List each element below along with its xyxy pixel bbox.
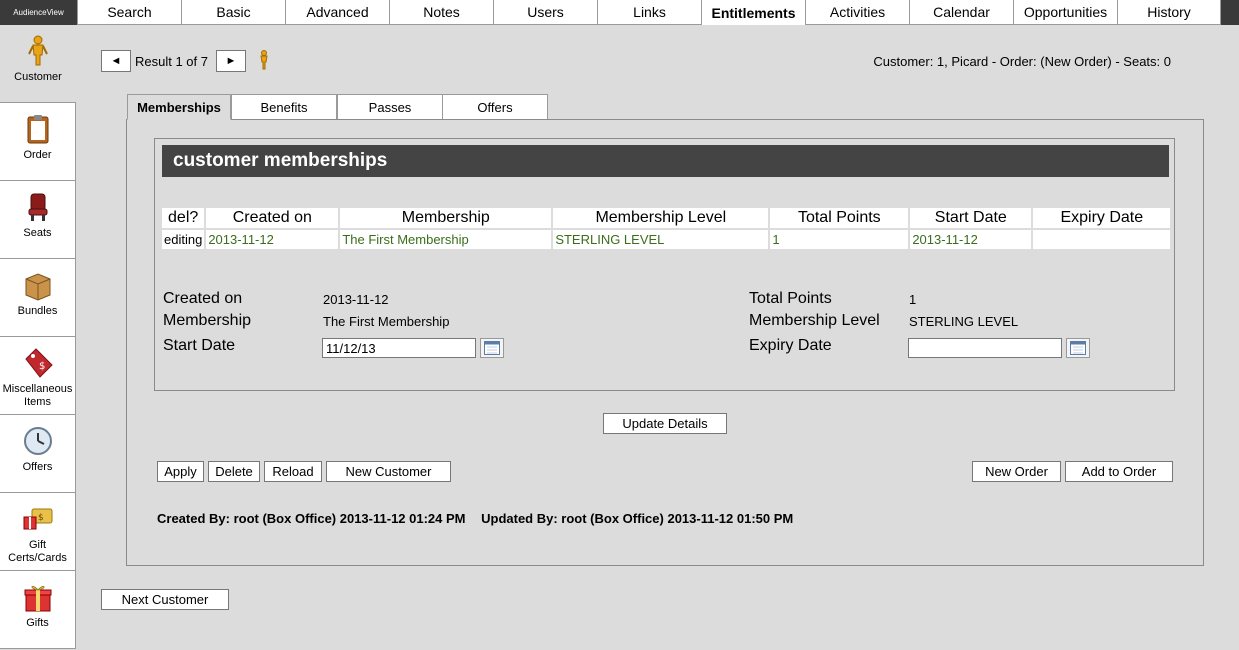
table-cell-link[interactable] <box>1033 230 1171 249</box>
sidebar-item-label: Seats <box>23 227 52 239</box>
app-logo: AudienceView <box>0 0 77 25</box>
next-result-button[interactable]: ► <box>216 50 246 72</box>
sidebar-item-seats[interactable]: Seats <box>0 181 76 259</box>
membership-value: The First Membership <box>323 314 450 329</box>
gift-card-icon: $ <box>23 508 52 530</box>
membership-label: Membership <box>163 312 252 329</box>
clipboard-icon <box>27 115 48 144</box>
start-date-label: Start Date <box>163 337 236 354</box>
gift-icon <box>24 585 51 612</box>
table-cell-link[interactable]: 2013-11-12 <box>206 230 339 249</box>
tab-history[interactable]: History <box>1117 0 1221 25</box>
delete-button[interactable]: Delete <box>208 461 260 482</box>
sidebar-item-customer[interactable]: Customer <box>0 25 76 103</box>
tab-search[interactable]: Search <box>77 0 181 25</box>
sidebar-item-miscellaneous[interactable]: $ Miscellaneous Items <box>0 337 76 415</box>
svg-text:$: $ <box>38 513 44 523</box>
start-date-input[interactable] <box>322 338 476 358</box>
table-cell-link[interactable]: 1 <box>770 230 909 249</box>
seat-icon <box>28 193 47 221</box>
start-date-calendar-button[interactable] <box>480 338 504 358</box>
sidebar-item-offers[interactable]: Offers <box>0 415 76 493</box>
membership-level-label: Membership Level <box>749 312 880 329</box>
tab-links[interactable]: Links <box>597 0 701 25</box>
total-points-value: 1 <box>909 292 917 307</box>
tab-offers[interactable]: Offers <box>442 94 548 120</box>
created-on-label: Created on <box>163 290 243 307</box>
sidebar-item-gift-certs[interactable]: $ Gift Certs/Cards <box>0 493 76 571</box>
tab-basic[interactable]: Basic <box>181 0 285 25</box>
customer-icon[interactable] <box>255 50 273 70</box>
expiry-date-label: Expiry Date <box>749 337 832 354</box>
column-header[interactable]: Membership <box>340 208 552 228</box>
tab-opportunities[interactable]: Opportunities <box>1013 0 1117 25</box>
audit-info: Created By: root (Box Office) 2013-11-12… <box>157 511 805 526</box>
sidebar-item-label: Gift Certs/Cards <box>8 539 67 564</box>
tab-advanced[interactable]: Advanced <box>285 0 389 25</box>
next-customer-button[interactable]: Next Customer <box>101 589 229 610</box>
table-cell-link[interactable]: STERLING LEVEL <box>553 230 769 249</box>
section-title: customer memberships <box>162 145 1169 177</box>
table-cell-link[interactable]: The First Membership <box>340 230 552 249</box>
tab-memberships[interactable]: Memberships <box>127 94 231 120</box>
column-header[interactable]: Membership Level <box>553 208 769 228</box>
expiry-date-input[interactable] <box>908 338 1062 358</box>
sidebar-item-bundles[interactable]: Bundles <box>0 259 76 337</box>
calendar-icon <box>1070 341 1086 355</box>
sidebar-item-label: Gifts <box>26 617 49 629</box>
result-counter: Result 1 of 7 <box>135 54 208 69</box>
sidebar-item-label: Customer <box>14 71 62 83</box>
sidebar-item-gifts[interactable]: Gifts <box>0 571 76 649</box>
apply-button[interactable]: Apply <box>157 461 204 482</box>
tab-passes[interactable]: Passes <box>337 94 443 120</box>
tab-notes[interactable]: Notes <box>389 0 493 25</box>
customer-order-summary: Customer: 1, Picard - Order: (New Order)… <box>873 54 1171 69</box>
created-by-text: Created By: root (Box Office) 2013-11-12… <box>157 511 466 526</box>
column-header[interactable]: Created on <box>206 208 339 228</box>
total-points-label: Total Points <box>749 290 832 307</box>
table-cell-link[interactable]: 2013-11-12 <box>910 230 1032 249</box>
tab-benefits[interactable]: Benefits <box>231 94 337 120</box>
membership-level-value: STERLING LEVEL <box>909 314 1019 329</box>
tab-activities[interactable]: Activities <box>805 0 909 25</box>
add-to-order-button[interactable]: Add to Order <box>1065 461 1173 482</box>
sidebar-item-label: Order <box>23 149 52 161</box>
update-details-button[interactable]: Update Details <box>603 413 727 434</box>
reload-button[interactable]: Reload <box>264 461 322 482</box>
box-icon <box>25 273 50 301</box>
price-tag-icon: $ <box>24 348 53 378</box>
expiry-date-calendar-button[interactable] <box>1066 338 1090 358</box>
customer-icon <box>28 35 48 66</box>
calendar-icon <box>484 341 500 355</box>
previous-result-button[interactable]: ◄ <box>101 50 131 72</box>
column-header[interactable]: Expiry Date <box>1033 208 1171 228</box>
created-on-value: 2013-11-12 <box>323 292 389 307</box>
top-nav: AudienceView Search Basic Advanced Notes… <box>0 0 1239 25</box>
column-header[interactable]: Start Date <box>910 208 1032 228</box>
table-cell: editing <box>162 230 205 249</box>
sidebar-item-order[interactable]: Order <box>0 103 76 181</box>
column-header[interactable]: Total Points <box>770 208 909 228</box>
tab-users[interactable]: Users <box>493 0 597 25</box>
svg-text:$: $ <box>39 361 45 372</box>
tab-entitlements[interactable]: Entitlements <box>701 0 805 25</box>
sidebar-item-label: Miscellaneous Items <box>2 383 73 408</box>
new-customer-button[interactable]: New Customer <box>326 461 451 482</box>
sidebar: Customer Order Seats Bundles $ Miscellan… <box>0 25 77 650</box>
updated-by-text: Updated By: root (Box Office) 2013-11-12… <box>481 511 794 526</box>
table-row[interactable]: editing 2013-11-12 The First Membership … <box>162 230 1171 249</box>
memberships-table: del? Created on Membership Membership Le… <box>160 206 1172 251</box>
sidebar-item-label: Offers <box>22 461 53 473</box>
clock-icon <box>23 427 52 455</box>
new-order-button[interactable]: New Order <box>972 461 1061 482</box>
tab-calendar[interactable]: Calendar <box>909 0 1013 25</box>
column-header[interactable]: del? <box>162 208 205 228</box>
sidebar-item-label: Bundles <box>17 305 58 317</box>
top-nav-filler <box>1221 0 1239 25</box>
